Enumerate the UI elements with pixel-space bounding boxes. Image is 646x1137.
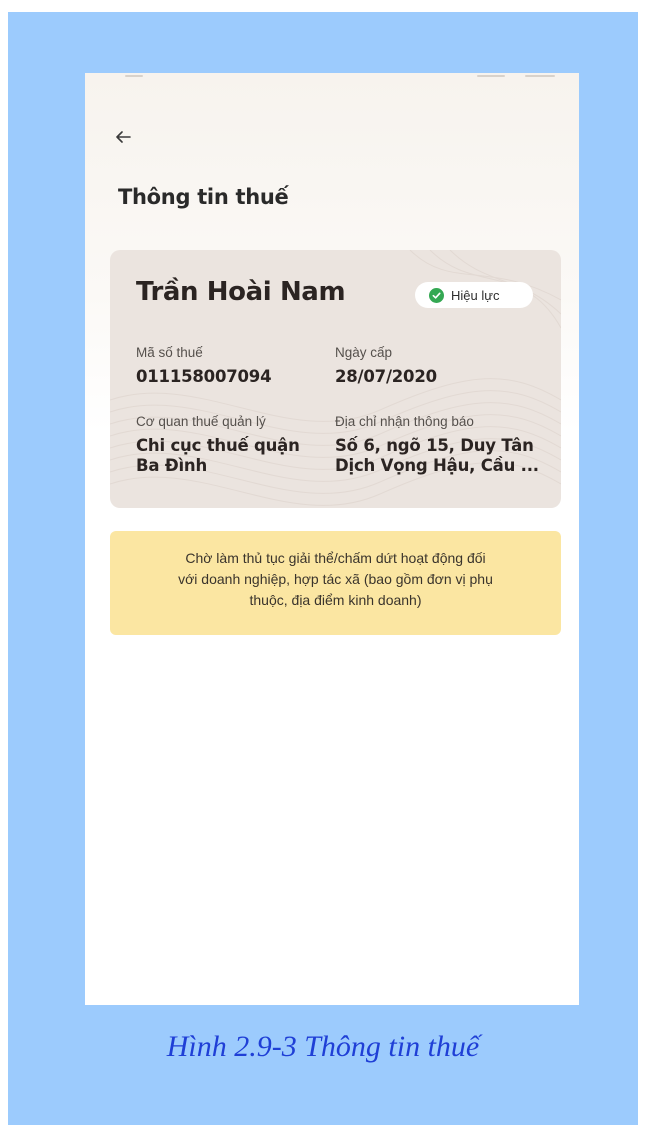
tax-authority-label: Cơ quan thuế quản lý bbox=[136, 414, 266, 429]
tax-code-label: Mã số thuế bbox=[136, 345, 203, 360]
figure-caption: Hình 2.9-3 Thông tin thuế bbox=[166, 1030, 480, 1063]
status-badge: Hiệu lực bbox=[415, 282, 533, 308]
issue-date-value: 28/07/2020 bbox=[335, 367, 437, 386]
status-notice: Chờ làm thủ tục giải thể/chấm dứt hoạt đ… bbox=[110, 531, 561, 635]
notice-line-1: Chờ làm thủ tục giải thể/chấm dứt hoạt đ… bbox=[185, 550, 486, 566]
status-bar bbox=[85, 73, 579, 81]
tax-info-card: Trần Hoài Nam Hiệu lực Mã số thuế 011158… bbox=[110, 250, 561, 508]
arrow-left-icon bbox=[116, 131, 131, 143]
issue-date-label: Ngày cấp bbox=[335, 345, 393, 360]
notice-line-2: với doanh nghiệp, hợp tác xã (bao gồm đơ… bbox=[178, 571, 493, 587]
phone-screen: Thông tin thuế Trần Hoài Nam Hiệu lực Mã… bbox=[85, 73, 579, 1005]
tax-code-value: 011158007094 bbox=[136, 367, 272, 386]
notice-address-label: Địa chỉ nhận thông báo bbox=[335, 414, 474, 429]
taxpayer-name: Trần Hoài Nam bbox=[136, 277, 346, 307]
notice-address-line-1: Số 6, ngõ 15, Duy Tân bbox=[335, 436, 534, 455]
tax-authority-line-1: Chi cục thuế quận bbox=[136, 436, 300, 455]
notice-address-line-2: Dịch Vọng Hậu, Cầu ... bbox=[335, 456, 539, 475]
page-title: Thông tin thuế bbox=[118, 185, 289, 209]
status-label: Hiệu lực bbox=[451, 287, 500, 303]
tax-authority-line-2: Ba Đình bbox=[136, 456, 208, 475]
notice-line-3: thuộc, địa điểm kinh doanh) bbox=[249, 592, 422, 608]
check-circle-icon bbox=[429, 287, 444, 303]
back-button[interactable] bbox=[111, 125, 135, 149]
